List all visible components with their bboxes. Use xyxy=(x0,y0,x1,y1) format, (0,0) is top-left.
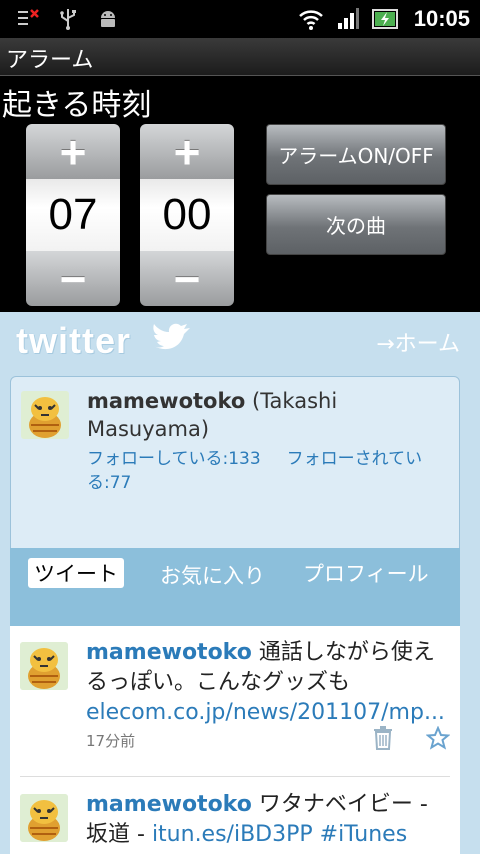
minute-decrement-button[interactable]: − xyxy=(140,251,234,306)
minute-increment-button[interactable]: + xyxy=(140,124,234,179)
following-count-link[interactable]: フォローしている:133 xyxy=(87,449,261,469)
twitter-bird-icon xyxy=(153,323,190,350)
android-debug-icon xyxy=(101,11,115,27)
alarm-toggle-button[interactable]: アラームON/OFF xyxy=(266,124,446,185)
tweet-list: mamewotoko 通話しながら使えるっぽい。こんなグッズも elecom.c… xyxy=(10,626,460,854)
star-icon[interactable] xyxy=(426,726,450,750)
wake-time-label: 起きる時刻 xyxy=(2,88,152,123)
next-song-button[interactable]: 次の曲 xyxy=(266,194,446,255)
follow-stats: フォローしている:133 フォローされている:77 xyxy=(87,447,447,495)
hour-spinner: + 07 − xyxy=(26,124,120,306)
settings-notification-icon xyxy=(18,9,39,25)
profile-username[interactable]: mamewotoko xyxy=(87,389,245,413)
minute-value[interactable]: 00 xyxy=(140,179,234,251)
avatar[interactable] xyxy=(20,794,68,842)
twitter-logo: twitter xyxy=(16,320,131,361)
minute-spinner: + 00 − xyxy=(140,124,234,306)
home-link[interactable]: →ホーム xyxy=(376,326,460,358)
tweet-username[interactable]: mamewotoko xyxy=(86,792,252,817)
status-bar: 10:05 xyxy=(0,0,480,38)
trash-icon[interactable] xyxy=(372,726,394,750)
profile-tab-bar: ツイート お気に入り プロフィール xyxy=(10,548,460,626)
twitter-widget: twitter →ホーム mamewotoko (Takashi Masuyam… xyxy=(0,312,480,854)
avatar[interactable] xyxy=(21,391,69,439)
tweet-link[interactable]: elecom.co.jp/news/201107/mp... xyxy=(86,700,445,725)
tweet-username[interactable]: mamewotoko xyxy=(86,640,252,665)
profile-name: mamewotoko (Takashi Masuyama) xyxy=(87,387,447,443)
tweet-text: mamewotoko ワタナベイビー - 坂道 - itun.es/iBD3PP… xyxy=(86,790,450,850)
signal-icon xyxy=(337,8,359,29)
wifi-icon xyxy=(298,10,323,30)
tweet-link[interactable]: itun.es/iBD3PP #iTunes xyxy=(152,822,407,847)
alarm-panel: 起きる時刻 + 07 − + 00 − アラームON/OFF 次の曲 xyxy=(0,76,480,312)
hour-increment-button[interactable]: + xyxy=(26,124,120,179)
tweet-timestamp: 17分前 xyxy=(86,732,136,750)
tiger-avatar-icon xyxy=(20,642,68,690)
app-title: アラーム xyxy=(6,48,94,73)
divider xyxy=(20,776,450,777)
hour-decrement-button[interactable]: − xyxy=(26,251,120,306)
tiger-avatar-icon xyxy=(20,794,68,842)
avatar[interactable] xyxy=(20,642,68,690)
app-title-bar: アラーム xyxy=(0,38,480,76)
tiger-avatar-icon xyxy=(21,391,69,439)
usb-icon xyxy=(60,9,76,30)
battery-charging-icon xyxy=(371,9,398,29)
tweet-text: mamewotoko 通話しながら使えるっぽい。こんなグッズも elecom.c… xyxy=(86,638,450,728)
clock: 10:05 xyxy=(413,6,470,31)
tab-profile[interactable]: プロフィール xyxy=(20,560,450,588)
hour-value[interactable]: 07 xyxy=(26,179,120,251)
